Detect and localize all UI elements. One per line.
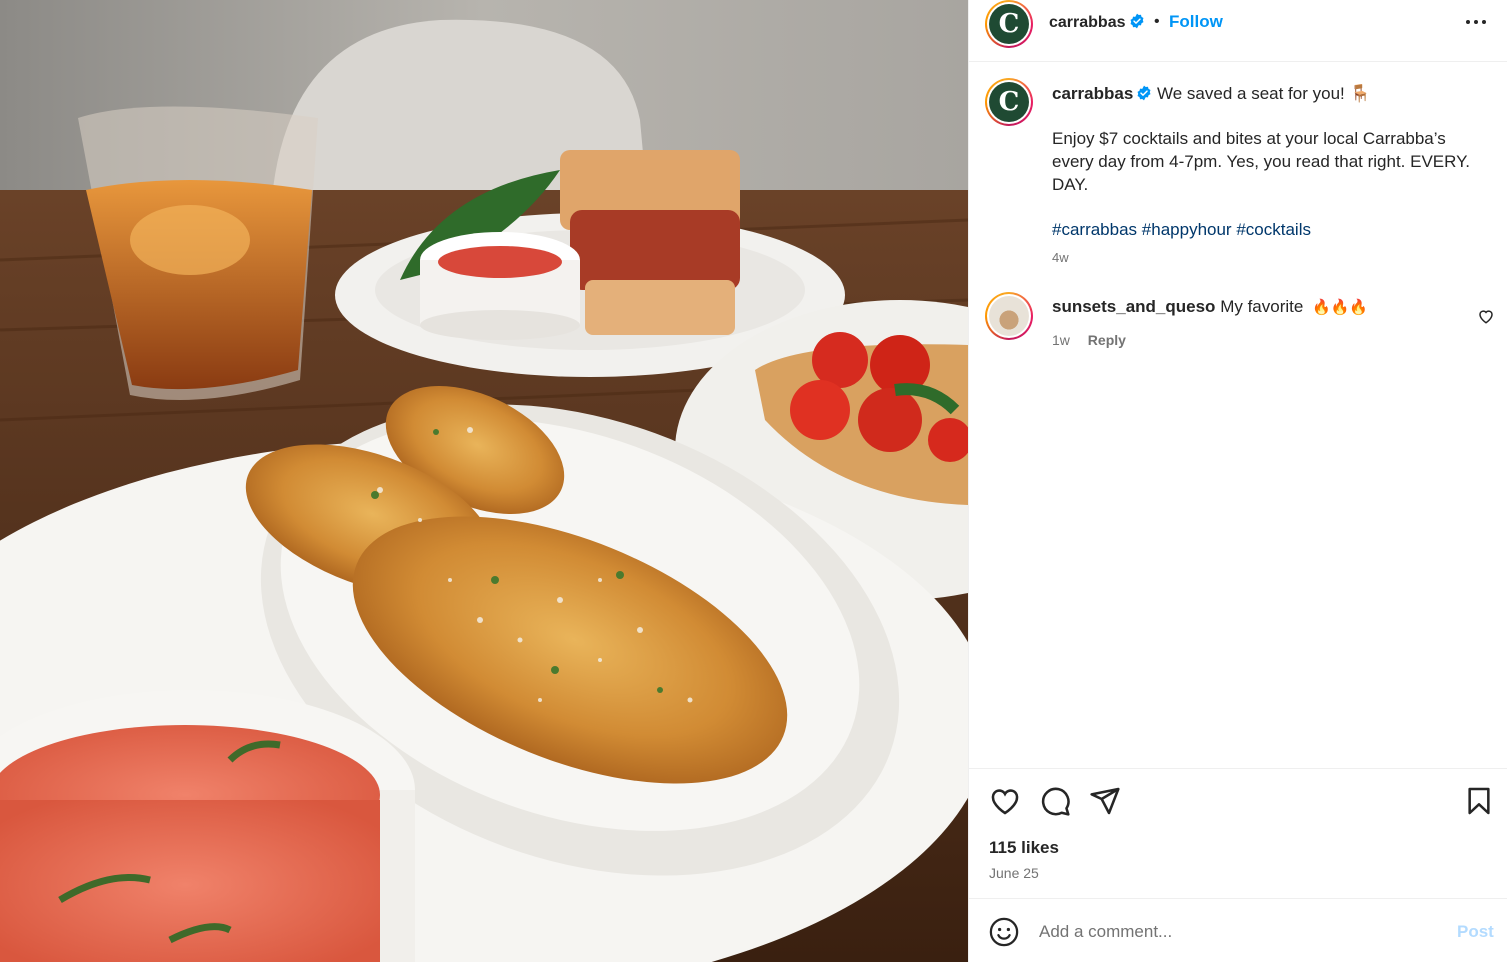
comment-icon[interactable]	[1039, 785, 1071, 817]
caption-timestamp[interactable]: 4w	[1052, 250, 1069, 265]
comment-input[interactable]	[1039, 917, 1439, 947]
like-heart-icon[interactable]	[989, 785, 1021, 817]
emoji-icon[interactable]	[989, 917, 1019, 947]
author-username[interactable]: carrabbas	[1049, 14, 1126, 31]
caption-body: Enjoy $7 cocktails and bites at your loc…	[1052, 129, 1470, 194]
save-bookmark-icon[interactable]	[1463, 785, 1495, 817]
hashtag-link[interactable]: #carrabbas	[1052, 220, 1137, 239]
commenter-username[interactable]: sunsets_and_queso	[1052, 297, 1215, 316]
caption-verified-badge-icon	[1137, 85, 1151, 101]
header-separator: •	[1154, 13, 1160, 30]
post-date[interactable]: June 25	[989, 865, 1039, 881]
post-actions: 115 likes June 25	[969, 768, 1507, 898]
post-comment-button[interactable]: Post	[1457, 922, 1494, 942]
caption-author-avatar[interactable]: C	[985, 78, 1033, 126]
verified-badge-icon	[1130, 13, 1143, 29]
caption-username[interactable]: carrabbas	[1052, 84, 1133, 103]
comment-like-icon[interactable]	[1477, 307, 1495, 325]
food-photo-illustration	[0, 0, 968, 962]
instagram-post-viewer: C carrabbas • Follow C carrabbas We save…	[0, 0, 1507, 962]
comment-fire-emoji: 🔥🔥🔥	[1312, 299, 1369, 316]
author-name-row: carrabbas	[1049, 13, 1145, 32]
comment-timestamp[interactable]: 1w	[1052, 332, 1070, 348]
post-photo[interactable]	[0, 0, 968, 962]
author-avatar[interactable]: C	[985, 0, 1033, 48]
brand-logo: C	[989, 4, 1029, 44]
likes-count[interactable]: 115 likes	[989, 838, 1059, 858]
comment-text: My favorite	[1220, 297, 1304, 316]
caption: carrabbas We saved a seat for you! 🪑 Enj…	[1052, 82, 1482, 241]
comment-meta: 1w Reply	[1052, 332, 1126, 348]
comment-composer: Post	[969, 898, 1507, 962]
hashtag-link[interactable]: #happyhour	[1142, 220, 1232, 239]
caption-hashtags: #carrabbas #happyhour #cocktails	[1052, 218, 1482, 241]
post-side-panel: C carrabbas • Follow C carrabbas We save…	[968, 0, 1507, 962]
caption-brand-logo: C	[989, 82, 1029, 122]
share-icon[interactable]	[1089, 785, 1121, 817]
hashtag-link[interactable]: #cocktails	[1236, 220, 1311, 239]
caption-headline: We saved a seat for you! 🪑	[1157, 84, 1371, 103]
commenter-photo	[989, 296, 1029, 336]
follow-button[interactable]: Follow	[1169, 12, 1223, 32]
post-header: C carrabbas • Follow	[969, 0, 1507, 62]
commenter-avatar[interactable]	[985, 292, 1033, 340]
comment-reply-button[interactable]: Reply	[1088, 332, 1126, 348]
more-options-icon[interactable]	[1463, 12, 1489, 32]
comment: sunsets_and_queso My favorite 🔥🔥🔥	[1052, 297, 1368, 317]
